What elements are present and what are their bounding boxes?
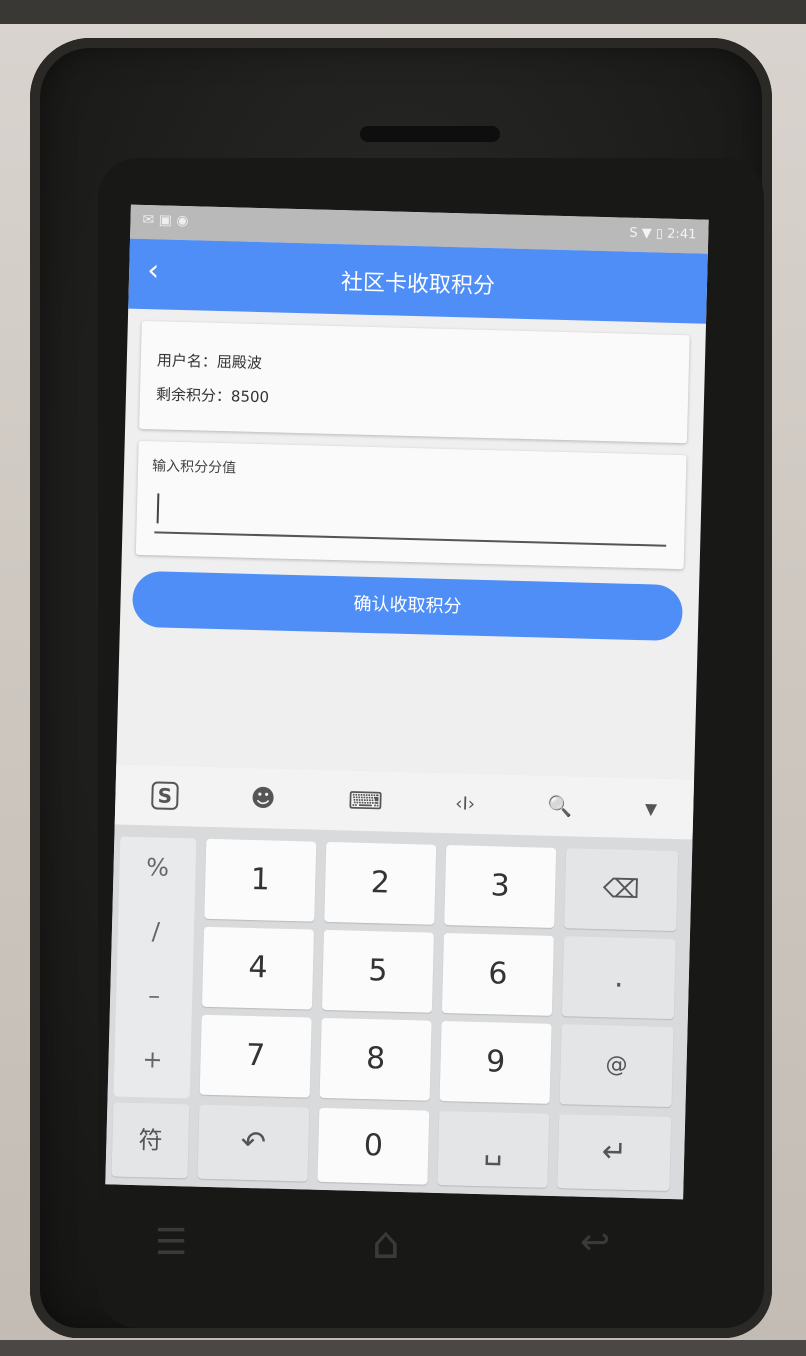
earpiece	[360, 126, 500, 142]
backspace-key[interactable]: ⌫	[564, 848, 679, 932]
symbol-key-minus[interactable]: –	[116, 980, 193, 1010]
key-8[interactable]: 8	[319, 1017, 432, 1101]
dot-key[interactable]: .	[561, 936, 676, 1020]
enter-key[interactable]: ↵	[557, 1114, 672, 1192]
symbol-column: % / – +	[113, 836, 197, 1099]
key-7[interactable]: 7	[199, 1014, 312, 1098]
space-key[interactable]: ␣	[437, 1110, 550, 1188]
username-text: 用户名：屈殿波	[156, 351, 263, 373]
phone-screen: ✉ ▣ ◉ S ▼ ▯ 2:41 ‹ 社区卡收取积分 用户名：屈殿波 剩余积分：…	[105, 204, 709, 1200]
at-key[interactable]: @	[559, 1024, 674, 1108]
keyboard-icon[interactable]: ⌨	[348, 786, 383, 815]
symbol-mode-key[interactable]: 符	[111, 1102, 190, 1179]
clock: 2:41	[666, 226, 697, 243]
points-input-card: 输入积分分值	[135, 440, 687, 570]
cursor-move-icon[interactable]: ‹I›	[455, 793, 475, 815]
key-3[interactable]: 3	[444, 845, 557, 928]
confirm-collect-button[interactable]: 确认收取积分	[131, 570, 684, 642]
soft-keyboard: S ☻ ⌨ ‹I› 🔍 ▾ % / – + 1 2 3 ⌫ 4 5 6 . 7 …	[105, 764, 695, 1200]
collapse-keyboard-icon[interactable]: ▾	[645, 794, 658, 822]
symbol-key-slash[interactable]: /	[118, 917, 195, 947]
system-icons: S ▼ ▯	[629, 225, 664, 242]
keyboard-toolbar: S ☻ ⌨ ‹I› 🔍 ▾	[114, 764, 695, 840]
points-input-label: 输入积分分值	[151, 458, 237, 477]
key-1[interactable]: 1	[204, 838, 317, 922]
key-0[interactable]: 0	[317, 1107, 430, 1185]
symbol-key-plus[interactable]: +	[114, 1044, 191, 1074]
app-bar: ‹ 社区卡收取积分	[128, 238, 708, 324]
symbol-key-percent[interactable]: %	[119, 853, 196, 883]
user-info-card: 用户名：屈殿波 剩余积分：8500	[139, 320, 690, 444]
sogou-logo-icon[interactable]: S	[151, 781, 179, 811]
key-4[interactable]: 4	[201, 926, 315, 1010]
key-2[interactable]: 2	[324, 841, 437, 925]
undo-key[interactable]: ↶	[197, 1104, 310, 1182]
points-input-field[interactable]	[154, 487, 668, 547]
status-right: S ▼ ▯ 2:41	[629, 226, 696, 243]
search-icon[interactable]: 🔍	[547, 794, 573, 819]
key-9[interactable]: 9	[439, 1021, 552, 1104]
notification-icons: ✉ ▣ ◉	[142, 211, 189, 230]
home-nav-icon[interactable]: ⌂	[372, 1218, 400, 1269]
remaining-points-text: 剩余积分：8500	[155, 385, 270, 407]
back-nav-icon[interactable]: ↩	[580, 1222, 610, 1263]
emoji-icon[interactable]: ☻	[250, 784, 276, 813]
photo-background-top	[0, 0, 806, 24]
key-6[interactable]: 6	[441, 933, 554, 1016]
key-5[interactable]: 5	[321, 929, 434, 1013]
photo-background-bottom	[0, 1340, 806, 1356]
page-title: 社区卡收取积分	[340, 270, 496, 300]
text-caret	[156, 493, 160, 524]
menu-nav-icon[interactable]: ☰	[155, 1222, 187, 1263]
